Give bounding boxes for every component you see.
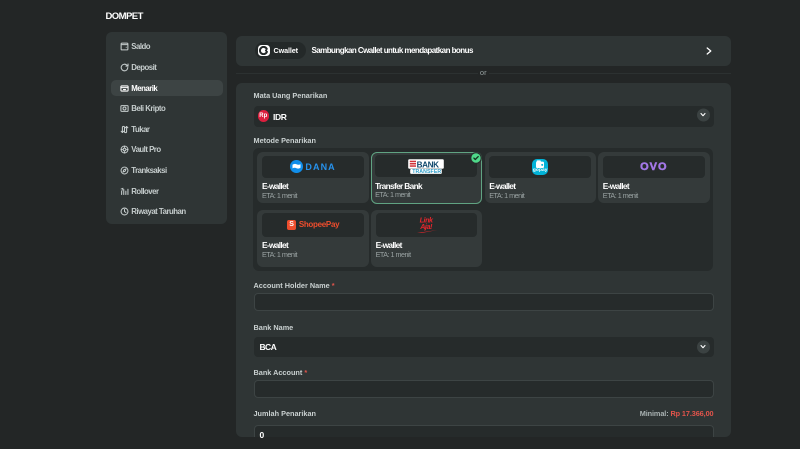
svg-text:Aja!: Aja! bbox=[419, 223, 433, 232]
svg-text:BANK: BANK bbox=[417, 160, 440, 169]
svg-text:TRANSFER: TRANSFER bbox=[412, 169, 441, 174]
